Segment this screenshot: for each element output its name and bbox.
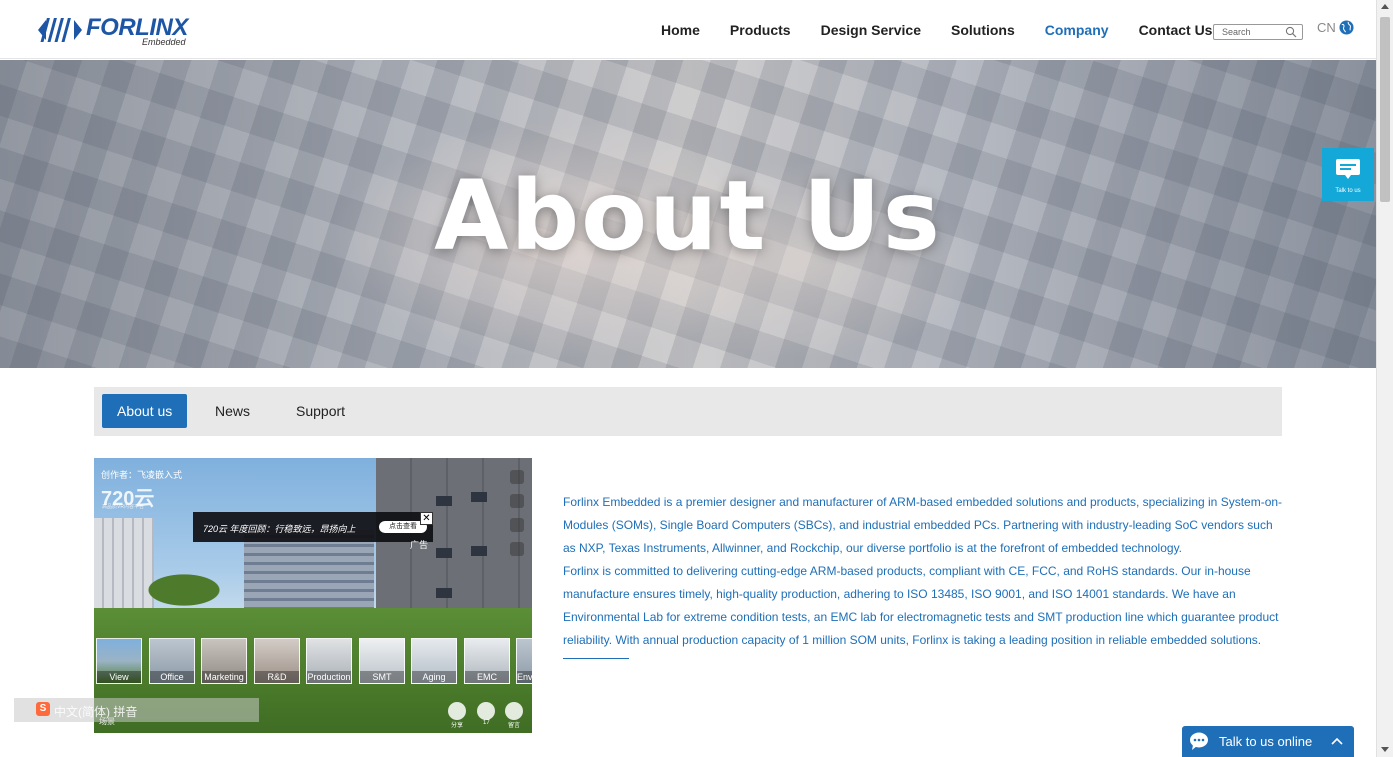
like-icon[interactable] — [477, 702, 495, 720]
tab-about-us[interactable]: About us — [102, 394, 188, 428]
page-scrollbar[interactable] — [1376, 0, 1393, 757]
scene-thumb-emc[interactable]: EMC — [464, 638, 510, 684]
page: FORLINX Embedded Home Products Design Se… — [0, 0, 1393, 757]
logo-mark-icon — [38, 18, 82, 42]
panorama-ad-text: 720云 年度回顾：行稳致远，昂扬向上 — [203, 524, 356, 534]
scene-thumb-marketing[interactable]: Marketing — [201, 638, 247, 684]
info-icon[interactable] — [510, 542, 524, 556]
share-label: 分享 — [451, 723, 464, 729]
panorama-ad-banner[interactable]: 720云 年度回顾：行稳致远，昂扬向上 点击查看 — [193, 512, 433, 542]
logo-tagline: Embedded — [142, 37, 186, 47]
close-icon[interactable]: ✕ — [420, 512, 433, 525]
about-divider — [563, 658, 629, 659]
scene-thumb-production[interactable]: Production — [306, 638, 352, 684]
about-paragraph-2: Forlinx is committed to delivering cutti… — [563, 564, 1279, 647]
search-placeholder: Search — [1222, 27, 1251, 37]
scene-thumb-smt[interactable]: SMT — [359, 638, 405, 684]
fullscreen-icon[interactable] — [510, 470, 524, 484]
site-header: FORLINX Embedded Home Products Design Se… — [0, 0, 1376, 59]
scene-thumb-rnd[interactable]: R&D — [254, 638, 300, 684]
globe-icon — [1339, 20, 1354, 35]
ime-label: 中文(简体) 拼音 — [54, 705, 138, 719]
panorama-scene-strip: View Office Marketing R&D Production SMT… — [94, 638, 532, 686]
comment-icon[interactable] — [505, 702, 523, 720]
gyroscope-icon[interactable] — [510, 518, 524, 532]
chat-bubble-icon — [1336, 159, 1360, 179]
hero-title: About Us — [434, 160, 942, 272]
ime-toolbar[interactable]: S 中文(简体) 拼音 — [14, 698, 259, 722]
comment-label: 留言 — [508, 723, 521, 729]
chat-label: Talk to us online — [1219, 734, 1313, 749]
scroll-thumb[interactable] — [1380, 17, 1390, 202]
ime-logo-icon: S — [36, 702, 50, 716]
scene-thumb-environment[interactable]: Enviro — [516, 638, 532, 684]
tab-news[interactable]: News — [200, 394, 265, 428]
vr-mode-icon[interactable] — [510, 494, 524, 508]
nav-company[interactable]: Company — [1045, 22, 1109, 38]
panorama-viewer[interactable]: 创作者：飞凌嵌入式 720云 高品质VR内容平台 720云 年度回顾：行稳致远，… — [94, 458, 532, 733]
about-paragraph-1: Forlinx Embedded is a premier designer a… — [563, 495, 1283, 555]
scene-thumb-aging[interactable]: Aging — [411, 638, 457, 684]
panorama-credit: 创作者：飞凌嵌入式 — [101, 470, 183, 480]
panorama-trees — [134, 568, 234, 613]
panorama-building-middle — [244, 530, 374, 610]
share-icon[interactable] — [448, 702, 466, 720]
search-icon[interactable] — [1285, 26, 1297, 38]
like-count: 17 — [483, 720, 490, 726]
scroll-down-arrow-icon[interactable] — [1381, 747, 1389, 752]
nav-solutions[interactable]: Solutions — [951, 22, 1015, 38]
nav-home[interactable]: Home — [661, 22, 700, 38]
scroll-up-arrow-icon[interactable] — [1381, 4, 1389, 9]
search-input[interactable]: Search — [1213, 24, 1303, 40]
talk-to-us-side-button[interactable]: Talk to us — [1322, 148, 1374, 201]
scene-thumb-office[interactable]: Office — [149, 638, 195, 684]
hero-banner: About Us — [0, 60, 1376, 368]
nav-products[interactable]: Products — [730, 22, 791, 38]
about-description: Forlinx Embedded is a premier designer a… — [563, 491, 1285, 652]
nav-design-service[interactable]: Design Service — [821, 22, 921, 38]
main-nav: Home Products Design Service Solutions C… — [646, 0, 1227, 59]
scene-thumb-view[interactable]: View — [96, 638, 142, 684]
section-tabs: About us News Support — [94, 387, 1282, 436]
language-label: CN — [1317, 20, 1336, 35]
nav-contact-us[interactable]: Contact Us — [1139, 22, 1213, 38]
chevron-up-icon[interactable] — [1330, 734, 1344, 748]
talk-online-chat-button[interactable]: Talk to us online — [1182, 726, 1354, 757]
language-switch[interactable]: CN — [1317, 20, 1354, 35]
panorama-brand-tagline: 高品质VR内容平台 — [102, 504, 144, 510]
talk-to-us-label: Talk to us — [1335, 188, 1361, 194]
panorama-ad-tag: 广告 — [410, 540, 429, 550]
chat-bubble-icon — [1190, 732, 1208, 750]
tab-support[interactable]: Support — [281, 394, 360, 428]
